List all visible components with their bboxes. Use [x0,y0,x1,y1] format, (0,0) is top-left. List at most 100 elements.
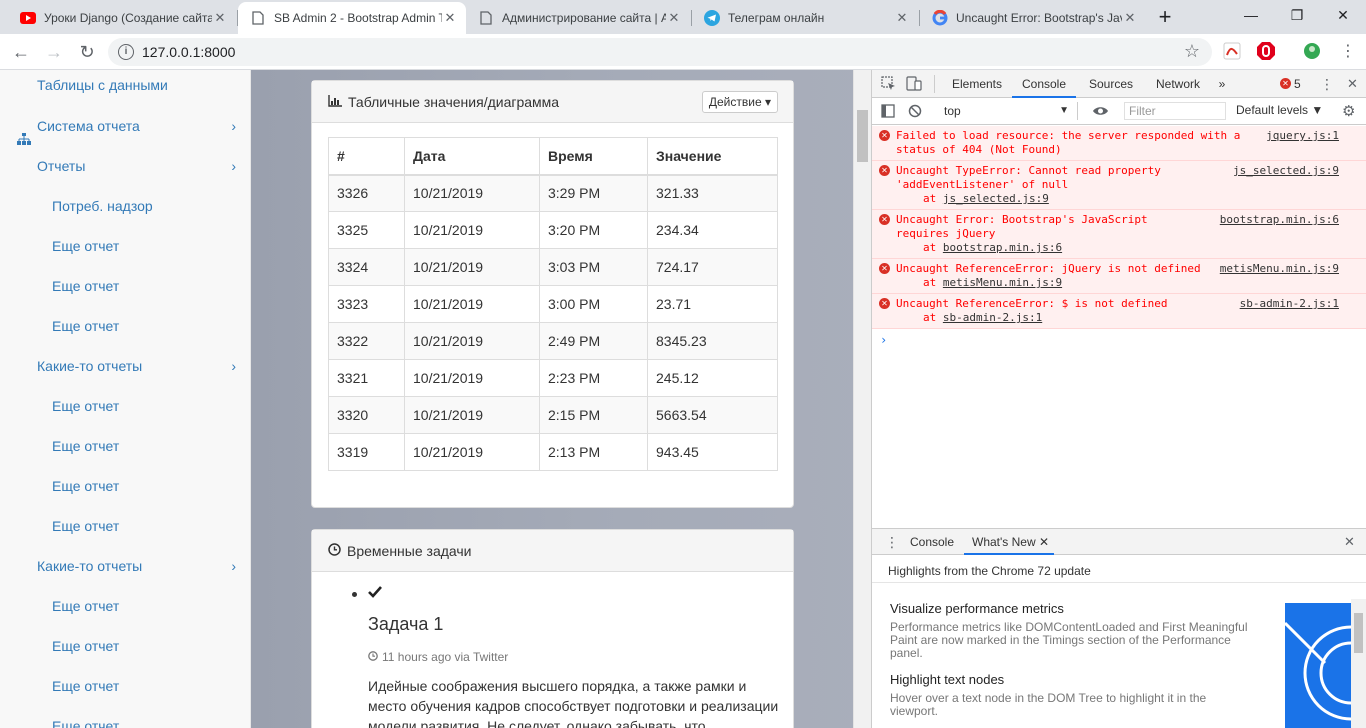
eye-icon[interactable] [1092,105,1109,120]
console-error-message[interactable]: ✕ Failed to load resource: the server res… [872,126,1366,161]
sidebar-toggle-icon[interactable] [881,104,895,121]
stack-trace: at sb-admin-2.js:1 [896,311,1339,325]
error-count[interactable]: 5 [1294,70,1301,98]
close-icon[interactable]: ✕ [1122,10,1138,26]
tab-network[interactable]: Network [1146,70,1210,98]
drawer-scrollbar-thumb[interactable] [1354,613,1363,653]
log-levels-dropdown[interactable]: Default levels ▼ [1236,103,1323,117]
stack-link[interactable]: js_selected.js:9 [943,192,1049,205]
sidebar-item-report[interactable]: Еще отчет [0,266,250,306]
panel-heading: Временные задачи [312,530,793,572]
tab-bootstrap-error[interactable]: Uncaught Error: Bootstrap's JavaScript ✕ [920,2,1146,34]
stack-link[interactable]: metisMenu.min.js:9 [943,276,1062,289]
tab-console[interactable]: Console [1012,70,1076,98]
restore-icon[interactable]: ❐ [1274,0,1320,30]
close-window-icon[interactable]: ✕ [1320,0,1366,30]
inspect-element-icon[interactable] [881,76,896,94]
close-devtools-icon[interactable]: ✕ [1347,70,1358,98]
stack-link[interactable]: sb-admin-2.js:1 [943,311,1042,324]
filter-input[interactable]: Filter [1124,102,1226,120]
sidebar-item-report[interactable]: Еще отчет [0,426,250,466]
reload-icon[interactable]: ↻ [75,40,99,64]
console-prompt[interactable]: › [880,333,887,347]
tab-sb-admin[interactable]: SB Admin 2 - Bootstrap Admin Theme ✕ [238,2,466,34]
console-error-message[interactable]: ✕ Uncaught Error: Bootstrap's JavaScript … [872,210,1366,259]
column-header[interactable]: Дата [404,137,540,176]
close-icon[interactable]: ✕ [442,10,458,26]
more-tabs-icon[interactable]: » [1214,70,1230,98]
page-scrollbar[interactable] [853,70,871,728]
stack-link[interactable]: bootstrap.min.js:6 [943,241,1062,254]
tab-sources[interactable]: Sources [1080,70,1142,98]
clear-console-icon[interactable] [908,104,922,121]
table-cell: 3326 [328,174,405,212]
drawer-menu-icon[interactable]: ⋮ [885,529,899,555]
source-link[interactable]: jquery.js:1 [1266,129,1339,143]
sidebar-item-report[interactable]: Еще отчет [0,666,250,706]
close-icon[interactable]: ✕ [212,10,228,26]
table-row: 3319 10/21/2019 2:13 PM 943.45 [328,433,778,471]
sidebar-item-report[interactable]: Еще отчет [0,306,250,346]
address-bar[interactable]: i 127.0.0.1:8000 ☆ [108,38,1212,66]
new-tab-button[interactable]: + [1152,5,1178,31]
forward-icon[interactable]: → [42,40,66,64]
sidebar-item-report[interactable]: Еще отчет [0,586,250,626]
column-header[interactable]: Время [539,137,648,176]
whats-new-item-title[interactable]: Highlight text nodes [890,672,1004,687]
gear-icon[interactable]: ⚙ [1342,102,1355,120]
task-meta: 11 hours ago via Twitter [368,650,508,664]
table-panel: Табличные значения/диаграмма Действие ▾ … [311,80,794,508]
close-icon[interactable]: ✕ [1039,535,1049,549]
error-count-icon[interactable]: ✕ [1280,78,1291,89]
close-drawer-icon[interactable]: ✕ [1344,529,1355,555]
source-link[interactable]: sb-admin-2.js:1 [1240,297,1339,311]
close-icon[interactable]: ✕ [894,10,910,26]
minimize-icon[interactable]: — [1228,0,1274,30]
sidebar-item-some-reports[interactable]: Какие-то отчеты › [0,346,250,386]
tab-elements[interactable]: Elements [944,70,1010,98]
sidebar-item-report[interactable]: Еще отчет [0,226,250,266]
drawer-tab-console[interactable]: Console [902,529,962,555]
sidebar-item-report[interactable]: Еще отчет [0,706,250,728]
console-error-message[interactable]: ✕ Uncaught ReferenceError: jQuery is not … [872,259,1366,294]
source-link[interactable]: js_selected.js:9 [1233,164,1339,178]
drawer-tab-whats-new[interactable]: What's New ✕ [964,529,1054,555]
tab-django[interactable]: Уроки Django (Создание сайта) ✕ [8,2,236,34]
adblock-extension-icon[interactable] [1256,41,1278,63]
chevron-right-icon: › [231,558,236,574]
console-error-message[interactable]: ✕ Uncaught TypeError: Cannot read propert… [872,161,1366,210]
tab-admin[interactable]: Администрирование сайта | Ad ✕ [466,2,690,34]
context-select[interactable]: top ▼ [938,102,1078,120]
source-link[interactable]: metisMenu.min.js:9 [1220,262,1339,276]
sidebar-item-consumer-control[interactable]: Потреб. надзор [0,186,250,226]
column-header[interactable]: # [328,137,405,176]
source-link[interactable]: bootstrap.min.js:6 [1220,213,1339,227]
pdf-extension-icon[interactable] [1222,41,1244,63]
info-icon[interactable]: i [118,44,134,60]
action-dropdown-button[interactable]: Действие ▾ [701,91,778,113]
url-text[interactable]: 127.0.0.1:8000 [142,44,235,60]
sidebar-item-report[interactable]: Еще отчет [0,466,250,506]
sidebar-item-data-tables[interactable]: Таблицы с данными [0,70,250,105]
console-error-message[interactable]: ✕ Uncaught ReferenceError: $ is not defin… [872,294,1366,329]
tab-telegram[interactable]: Телеграм онлайн ✕ [692,2,918,34]
check-icon [368,585,382,601]
back-icon[interactable]: ← [9,40,33,64]
bookmark-star-icon[interactable]: ☆ [1184,41,1200,62]
sidebar-item-report[interactable]: Еще отчет [0,506,250,546]
table-cell: 10/21/2019 [404,248,540,286]
whats-new-item-title[interactable]: Visualize performance metrics [890,601,1064,616]
sidebar-item-report[interactable]: Еще отчет [0,626,250,666]
close-icon[interactable]: ✕ [666,10,682,26]
devtools-menu-icon[interactable]: ⋮ [1320,70,1334,98]
green-extension-icon[interactable] [1302,41,1324,63]
menu-icon[interactable]: ⋮ [1336,40,1360,64]
sidebar-item-reports[interactable]: Отчеты › [0,146,250,186]
sidebar-item-some-reports[interactable]: Какие-то отчеты › [0,546,250,586]
page-scrollbar-thumb[interactable] [857,110,868,162]
sidebar-item-report[interactable]: Еще отчет [0,386,250,426]
device-toolbar-icon[interactable] [906,76,922,94]
drawer-scrollbar[interactable] [1351,599,1366,728]
column-header[interactable]: Значение [647,137,778,176]
sidebar-item-report-system[interactable]: Система отчета › [0,106,250,146]
